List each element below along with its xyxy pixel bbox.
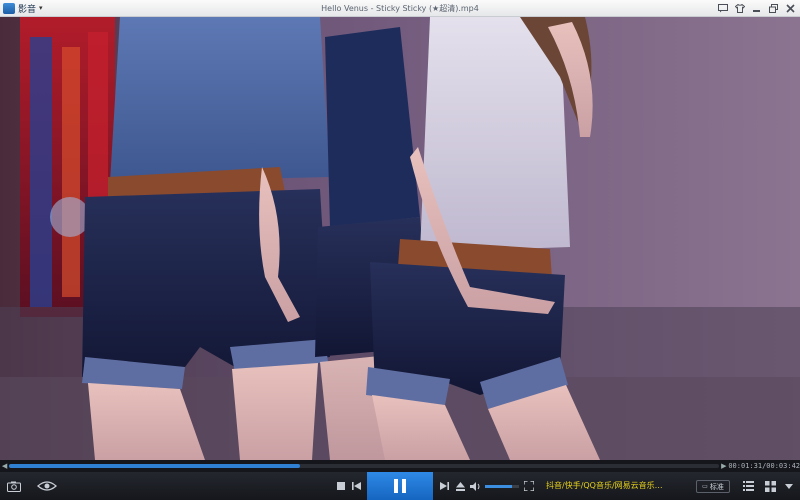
message-icon <box>717 3 728 12</box>
playlist-button[interactable] <box>740 472 756 500</box>
volume-level <box>485 484 513 488</box>
volume-track <box>485 484 519 488</box>
next-button[interactable] <box>437 472 451 500</box>
feedback-button[interactable] <box>715 1 730 15</box>
eye-protect-button[interactable] <box>34 472 60 500</box>
news-ticker[interactable]: 抖音/快手/QQ音乐/网易云音乐… <box>546 480 696 491</box>
shirt-icon <box>734 3 745 13</box>
hd-icon: ▭ <box>702 483 708 490</box>
current-time: 00:01:31 <box>728 462 763 470</box>
app-menu-button[interactable]: 影音 ▾ <box>0 0 47 17</box>
play-pause-button[interactable] <box>367 472 433 500</box>
previous-button[interactable] <box>349 472 363 500</box>
volume-icon <box>469 481 479 491</box>
previous-icon <box>351 482 361 490</box>
restore-icon <box>769 3 778 13</box>
app-logo-icon <box>3 2 15 14</box>
fullscreen-icon <box>524 481 534 491</box>
seek-row: ◀ ▶ 00:01:31/00:03:42 <box>0 460 800 472</box>
video-picture <box>0 17 800 460</box>
playlist-icon <box>742 481 754 491</box>
pause-icon <box>394 479 406 493</box>
quality-button[interactable]: ▭ 标准 <box>696 480 730 493</box>
time-display: 00:01:31/00:03:42 <box>728 462 800 470</box>
total-time: 00:03:42 <box>766 462 800 470</box>
fullscreen-button[interactable] <box>522 472 536 500</box>
title-bar: 影音 ▾ Hello Venus - Sticky Sticky (★超清).m… <box>0 0 800 17</box>
seek-back-button[interactable]: ◀ <box>0 462 9 470</box>
player-window: 影音 ▾ Hello Venus - Sticky Sticky (★超清).m… <box>0 0 800 500</box>
minimize-button[interactable] <box>749 1 764 15</box>
camera-icon <box>7 481 21 492</box>
stop-icon <box>337 482 345 490</box>
volume-slider[interactable] <box>484 472 520 500</box>
window-controls <box>715 1 798 15</box>
restore-button[interactable] <box>766 1 781 15</box>
app-name: 影音 <box>18 4 37 15</box>
toolbox-icon <box>764 480 776 492</box>
minimize-icon <box>753 9 760 12</box>
next-icon <box>439 482 449 490</box>
stop-button[interactable] <box>334 472 348 500</box>
close-button[interactable] <box>783 1 798 15</box>
chevron-down-icon: ▾ <box>39 4 43 12</box>
seek-bar-progress <box>9 464 301 468</box>
seek-forward-button[interactable]: ▶ <box>719 462 728 470</box>
volume-button[interactable] <box>468 472 482 500</box>
chevron-down-icon <box>785 483 793 489</box>
control-bar: 抖音/快手/QQ音乐/网易云音乐… ▭ 标准 <box>0 472 800 500</box>
eye-icon <box>37 481 57 491</box>
video-frame[interactable] <box>0 17 800 460</box>
quality-label: 标准 <box>709 482 724 491</box>
skin-button[interactable] <box>732 1 747 15</box>
close-icon <box>786 3 795 13</box>
more-button[interactable] <box>782 472 796 500</box>
window-title: Hello Venus - Sticky Sticky (★超清).mp4 <box>321 4 479 13</box>
toolbox-button[interactable] <box>762 472 778 500</box>
eject-icon <box>455 481 465 491</box>
screenshot-button[interactable] <box>4 472 24 500</box>
seek-bar[interactable] <box>9 464 720 468</box>
open-file-button[interactable] <box>453 472 467 500</box>
